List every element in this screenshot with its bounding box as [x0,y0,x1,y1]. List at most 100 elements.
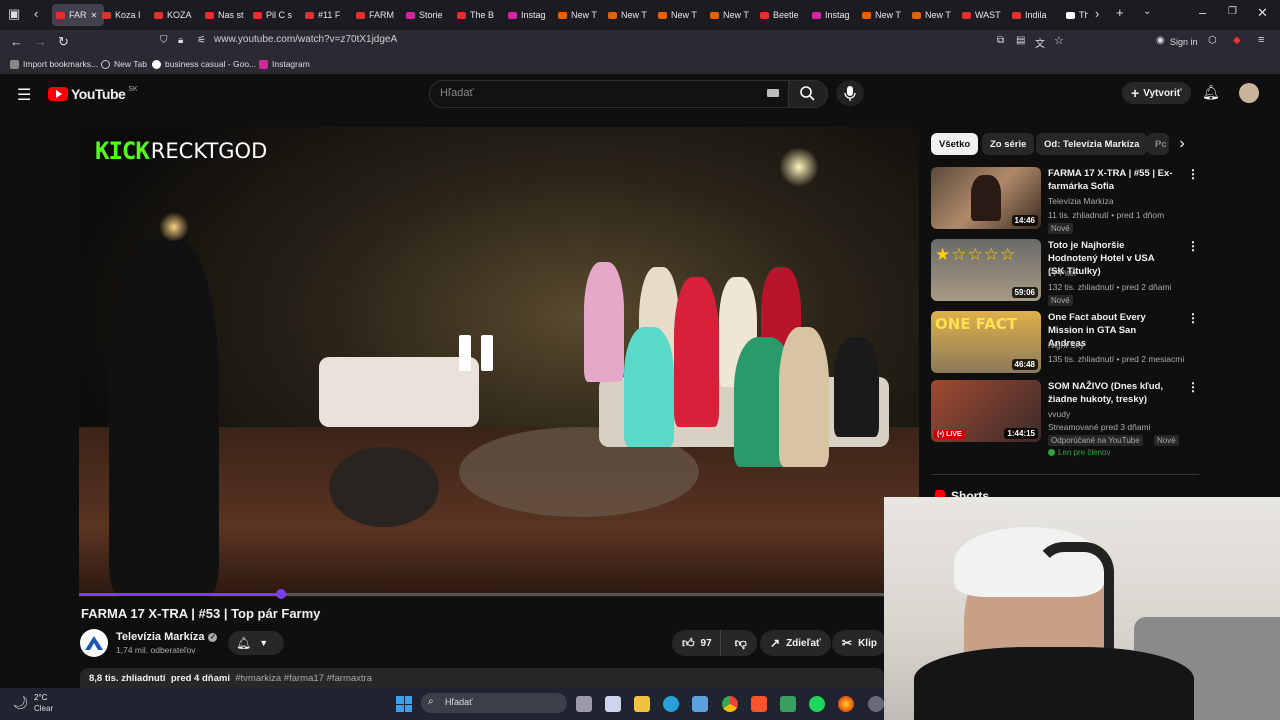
create-button[interactable]: + Vytvoriť [1122,82,1191,104]
clip-button[interactable]: ✂ Klip [832,630,887,656]
sign-in-button[interactable]: Sign in [1170,37,1198,47]
close-window-icon[interactable]: ✕ [1257,5,1268,21]
more-options-icon[interactable]: ⋮ [1187,311,1199,325]
bookmark-instagram[interactable]: Instagram [259,59,310,69]
reload-icon[interactable]: ↻ [58,34,69,50]
weather-moon-icon[interactable]: 🌙︎ [12,695,29,711]
weather-condition[interactable]: Clear [34,704,53,713]
avatar[interactable] [1239,83,1259,103]
hamburger-menu-icon[interactable]: ☰ [17,85,31,105]
description-box[interactable]: 8,8 tis. zhliadnutí pred 4 dňami #tvmark… [80,668,884,690]
voice-search-button[interactable] [836,80,864,106]
back-icon[interactable]: ← [10,34,23,49]
browser-tab[interactable]: Indila [1012,4,1060,26]
video-thumbnail[interactable]: ★☆☆☆☆ 59:06 [931,239,1041,301]
chip-from-channel[interactable]: Od: Televízia Markíza [1036,133,1148,155]
search-button[interactable] [788,80,828,108]
browser-tab[interactable]: Nas st [205,4,249,26]
like-button[interactable]: 👍︎ 97 [672,630,721,656]
extensions-icon[interactable]: ⬡ [1208,35,1217,46]
photos-icon[interactable] [692,696,708,712]
browser-tab[interactable]: New T [608,4,653,26]
lock-icon[interactable]: 🔒︎ [178,35,183,46]
spotify-icon[interactable] [809,696,825,712]
channel-name[interactable]: Televízia Markíza [1048,196,1114,206]
search-box[interactable]: Hľadať [429,80,791,108]
notifications-bell-icon[interactable]: 🔔︎ [1202,84,1220,101]
browser-tab[interactable]: KOZA [154,4,200,26]
windows-start-icon[interactable] [396,696,412,712]
browser-tab[interactable]: Storie [406,4,451,26]
store-icon[interactable] [605,696,621,712]
browser-tab[interactable]: Beetle [760,4,807,26]
chip-more[interactable]: Pc [1147,133,1169,155]
bookmark-business-casual[interactable]: business casual - Goo... [152,59,256,69]
picture-in-picture-icon[interactable]: ⧉ [997,35,1004,46]
more-options-icon[interactable]: ⋮ [1187,380,1199,394]
video-thumbnail[interactable]: 14:46 [931,167,1041,229]
channel-name[interactable]: Night Sky [1048,340,1084,350]
task-view-icon[interactable] [576,696,592,712]
firefox-icon[interactable] [838,696,854,712]
menu-icon[interactable]: ≡ [1258,34,1264,46]
browser-tab[interactable]: New T [658,4,705,26]
chrome-icon[interactable] [722,696,738,712]
close-tab-icon[interactable]: ✕ [91,11,98,20]
browser-tab[interactable]: WAST [962,4,1007,26]
tab-scroll-right-icon[interactable]: › [1095,6,1099,21]
brave-icon[interactable] [751,696,767,712]
subscription-notify-button[interactable]: 🔔︎ ▼ [228,631,284,655]
browser-tab[interactable]: Koza I [102,4,148,26]
shield-icon[interactable]: ⛉ [160,35,168,46]
more-options-icon[interactable]: ⋮ [1187,167,1199,181]
browser-tab[interactable]: Instag [812,4,857,26]
taskbar-search[interactable]: ⌕ Hľadať [421,693,567,713]
bookmark-import[interactable]: Import bookmarks... [10,59,98,69]
keyboard-icon[interactable] [767,89,779,97]
notepad-icon[interactable] [780,696,796,712]
url-field[interactable]: www.youtube.com/watch?v=z70tX1jdgeA [214,34,397,45]
settings-gear-icon[interactable] [868,696,884,712]
share-button[interactable]: ↗ Zdieľať [760,630,831,656]
recommendation-item[interactable]: 14:46 FARMA 17 X-TRA | #55 | Ex-farmárka… [931,167,1201,234]
chip-all[interactable]: Všetko [931,133,979,155]
search-input[interactable]: Hľadať [440,87,474,99]
browser-tab[interactable]: New T [558,4,603,26]
minimize-icon[interactable]: – [1199,5,1206,20]
browser-tab[interactable]: FARM [356,4,401,26]
video-title[interactable]: FARMA 17 X-TRA | #55 | Ex-farmárka Sofia [1048,167,1173,193]
browser-tab[interactable]: Th [1066,4,1088,26]
scrubber-handle[interactable] [275,589,286,599]
video-progress-bar[interactable] [79,589,885,599]
taskbar-search-input[interactable]: Hľadať [445,697,473,707]
browser-tab[interactable]: New T [710,4,755,26]
video-thumbnail[interactable]: (•) LIVE 1:44:15 [931,380,1041,442]
recommendation-item[interactable]: ★☆☆☆☆ 59:06 Toto je Najhoršie Hodnotený … [931,239,1201,306]
edge-icon[interactable] [663,696,679,712]
forward-icon[interactable]: → [34,34,47,49]
youtube-logo[interactable]: YouTube SK [48,86,138,102]
channel-name[interactable]: PPPiter [1048,268,1077,278]
bookmark-new-tab[interactable]: New Tab [101,59,147,69]
permissions-icon[interactable]: ⚟ [197,35,206,46]
video-title[interactable]: SOM NAŽIVO (Dnes kľud, žiadne hukoty, tr… [1048,380,1173,406]
browser-tab[interactable]: #11 F [305,4,351,26]
recommendation-item[interactable]: ONE FACT 46:48 One Fact about Every Miss… [931,311,1201,375]
tab-list-icon[interactable]: ⌄ [1143,6,1151,17]
dislike-button[interactable]: 👎︎ [727,636,757,651]
file-explorer-icon[interactable] [634,696,650,712]
more-options-icon[interactable]: ⋮ [1187,239,1199,253]
recommendation-item[interactable]: (•) LIVE 1:44:15 SOM NAŽIVO (Dnes kľud, … [931,380,1201,460]
chip-series[interactable]: Zo série [982,133,1035,155]
new-tab-icon[interactable]: + [1116,5,1124,20]
video-player[interactable]: KICK RECKTGOD [79,127,919,597]
channel-avatar[interactable] [80,629,108,657]
weather-temp[interactable]: 2°C [34,693,47,702]
browser-tab[interactable]: Instag [508,4,553,26]
account-icon[interactable]: ◉ [1156,35,1165,46]
maximize-icon[interactable]: ❐ [1228,6,1237,17]
browser-tab[interactable]: The B [457,4,503,26]
browser-tab[interactable]: New T [862,4,907,26]
chevron-right-icon[interactable]: › [1170,133,1194,155]
channel-name-link[interactable]: Televízia Markíza ✓ [116,631,218,643]
